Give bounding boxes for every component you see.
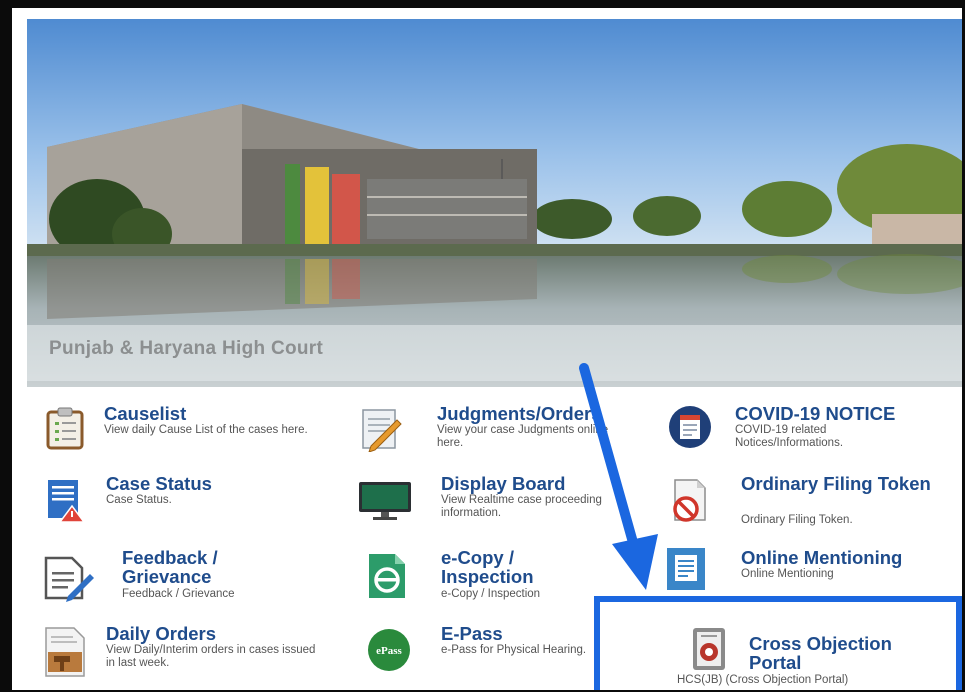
tile-daily-orders-title: Daily Orders bbox=[106, 623, 217, 644]
case-status-document-icon bbox=[48, 480, 86, 523]
tile-covid-notice[interactable]: COVID-19 NOTICE COVID-19 related Notices… bbox=[667, 400, 957, 456]
epass-icon-label: ePass bbox=[376, 645, 402, 657]
tile-feedback-desc: Feedback / Grievance bbox=[122, 588, 235, 600]
tile-e-pass[interactable]: ePass E-Pass e-Pass for Physical Hearing… bbox=[367, 620, 607, 680]
tile-judgments-desc: View your case Judgments online here. bbox=[437, 424, 609, 449]
tile-online-mentioning[interactable]: Online Mentioning Online Mentioning bbox=[667, 544, 957, 600]
tile-daily-orders-desc: View Daily/Interim orders in cases issue… bbox=[106, 644, 316, 669]
tile-online-mentioning-title: Online Mentioning bbox=[741, 547, 903, 568]
gavel-document-icon bbox=[45, 627, 85, 677]
hero-caption: Punjab & Haryana High Court bbox=[49, 338, 324, 359]
covid-notice-icon bbox=[669, 406, 711, 448]
tile-judgments-title: Judgments/Orders bbox=[437, 403, 602, 424]
hero-banner: Punjab & Haryana High Court bbox=[27, 19, 962, 387]
tile-case-status[interactable]: Case Status Case Status. bbox=[42, 470, 332, 526]
highlight-box bbox=[594, 596, 962, 690]
tile-causelist[interactable]: Causelist View daily Cause List of the c… bbox=[42, 400, 332, 456]
tile-ecopy-inspection[interactable]: e-Copy / Inspection e-Copy / Inspection bbox=[367, 544, 647, 604]
online-mentioning-icon bbox=[667, 548, 705, 590]
tile-case-status-desc: Case Status. bbox=[106, 494, 172, 506]
notepad-pencil-icon bbox=[362, 409, 402, 452]
tile-covid-desc: COVID-19 related Notices/Informations. bbox=[735, 424, 844, 449]
tile-display-board-title: Display Board bbox=[441, 473, 566, 494]
tile-feedback-grievance[interactable]: Feedback / Grievance Feedback / Grievanc… bbox=[42, 544, 332, 604]
feedback-form-icon bbox=[44, 556, 94, 602]
tile-display-board[interactable]: Display Board View Realtime case proceed… bbox=[357, 470, 647, 530]
epass-icon: ePass bbox=[368, 629, 410, 671]
hero-caption-bar: Punjab & Haryana High Court bbox=[27, 325, 962, 381]
tile-e-pass-title: E-Pass bbox=[441, 623, 503, 644]
clipboard-icon bbox=[46, 407, 84, 450]
tile-judgments-orders[interactable]: Judgments/Orders View your case Judgment… bbox=[357, 400, 647, 456]
tile-e-pass-desc: e-Pass for Physical Hearing. bbox=[441, 644, 587, 656]
tile-daily-orders[interactable]: Daily Orders View Daily/Interim orders i… bbox=[42, 620, 332, 680]
tile-causelist-title: Causelist bbox=[104, 403, 187, 424]
no-entry-document-icon bbox=[673, 479, 706, 522]
portal-page: Punjab & Haryana High Court Causelist Vi… bbox=[12, 8, 962, 690]
tile-case-status-title: Case Status bbox=[106, 473, 212, 494]
tile-ecopy-title: e-Copy / Inspection bbox=[441, 547, 534, 587]
tile-ordinary-filing-title: Ordinary Filing Token bbox=[741, 473, 931, 494]
tile-ordinary-filing-desc: Ordinary Filing Token. bbox=[741, 514, 853, 526]
monitor-icon bbox=[359, 482, 411, 520]
ecopy-icon bbox=[369, 554, 405, 598]
tile-feedback-title: Feedback / Grievance bbox=[122, 547, 218, 587]
tile-display-board-desc: View Realtime case proceeding informatio… bbox=[441, 494, 602, 519]
tile-covid-title: COVID-19 NOTICE bbox=[735, 403, 896, 424]
tile-online-mentioning-desc: Online Mentioning bbox=[741, 568, 834, 580]
tile-causelist-desc: View daily Cause List of the cases here. bbox=[104, 424, 308, 436]
tile-ordinary-filing-token[interactable]: Ordinary Filing Token Ordinary Filing To… bbox=[667, 470, 957, 536]
